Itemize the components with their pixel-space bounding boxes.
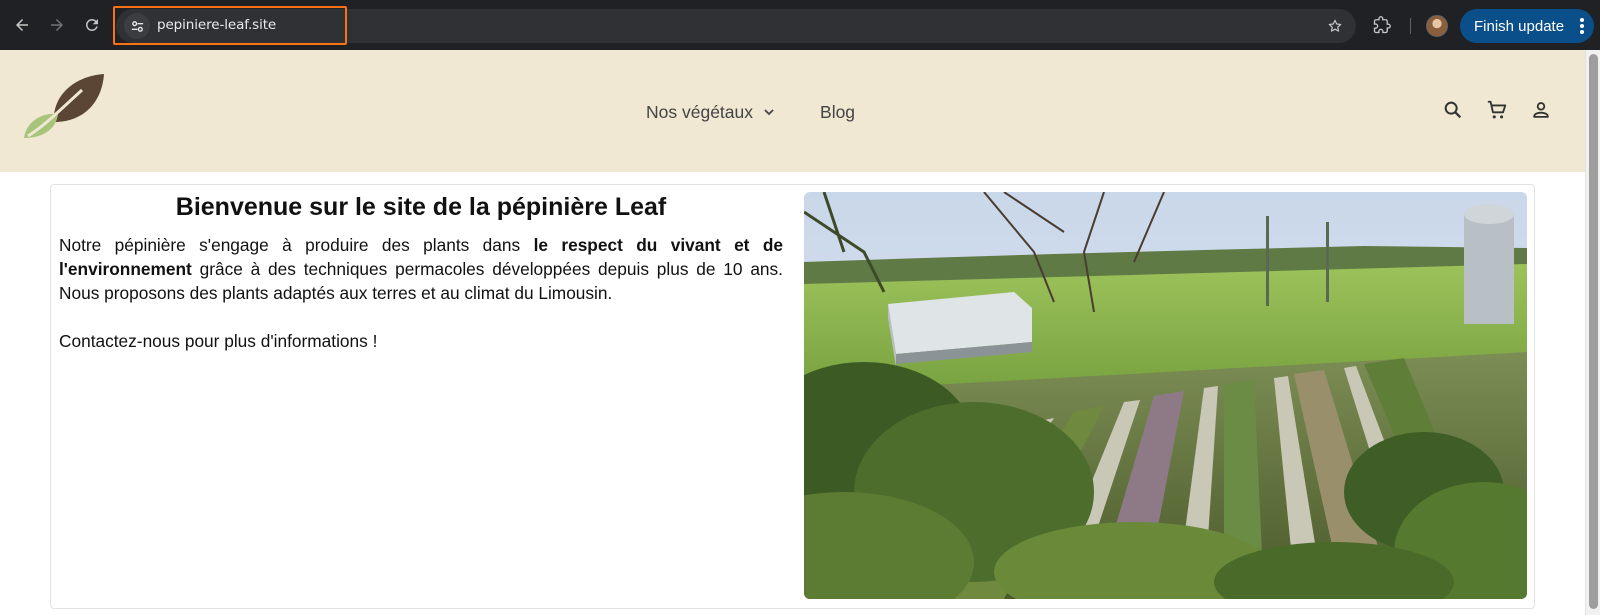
back-button[interactable] <box>8 11 36 39</box>
main-nav: Nos végétaux Blog <box>646 100 855 124</box>
nav-item-blog[interactable]: Blog <box>820 102 855 123</box>
chevron-down-icon <box>764 109 774 116</box>
search-button[interactable] <box>1441 98 1465 122</box>
bookmark-star-icon <box>1328 19 1342 32</box>
nav-item-label: Nos végétaux <box>646 101 754 122</box>
forward-button[interactable] <box>43 11 71 39</box>
page-scrollbar[interactable] <box>1585 50 1600 615</box>
contact-text: Contactez-nous pour plus d'informations … <box>59 331 378 351</box>
finish-update-label: Finish update <box>1474 17 1565 35</box>
intro-paragraph: Notre pépinière s'engage à produire des … <box>59 233 783 305</box>
intro-card: Bienvenue sur le site de la pépinière Le… <box>50 184 1535 609</box>
forward-icon <box>51 19 63 31</box>
leaf-logo[interactable] <box>22 72 106 140</box>
account-icon <box>1533 102 1549 118</box>
nursery-landscape-photo <box>804 192 1527 599</box>
back-icon <box>16 19 28 31</box>
finish-update-button[interactable]: Finish update <box>1460 9 1594 43</box>
cart-button[interactable] <box>1485 98 1509 122</box>
address-bar-focus-outline <box>113 6 347 45</box>
reload-icon <box>85 18 98 31</box>
nav-item-label: Blog <box>820 101 856 122</box>
cart-icon <box>1487 100 1507 119</box>
intro-text-start: Notre pépinière s'engage à produire des … <box>59 235 534 255</box>
reload-button[interactable] <box>78 11 106 39</box>
site-header: Nos végétaux Blog <box>0 50 1585 172</box>
page-title: Bienvenue sur le site de la pépinière Le… <box>175 193 667 221</box>
search-icon <box>1444 101 1462 119</box>
scrollbar-thumb[interactable] <box>1589 54 1598 609</box>
more-vert-icon[interactable] <box>1580 18 1584 34</box>
nav-item-nos-vegetaux[interactable]: Nos végétaux <box>646 102 776 123</box>
toolbar-separator <box>1410 18 1411 34</box>
account-button[interactable] <box>1529 98 1553 122</box>
extensions-icon <box>1373 16 1391 34</box>
bookmark-button[interactable] <box>1324 15 1346 37</box>
browser-toolbar: pepiniere-leaf.site Finish update <box>0 0 1600 50</box>
extensions-button[interactable] <box>1368 11 1396 39</box>
profile-avatar[interactable] <box>1426 15 1448 37</box>
